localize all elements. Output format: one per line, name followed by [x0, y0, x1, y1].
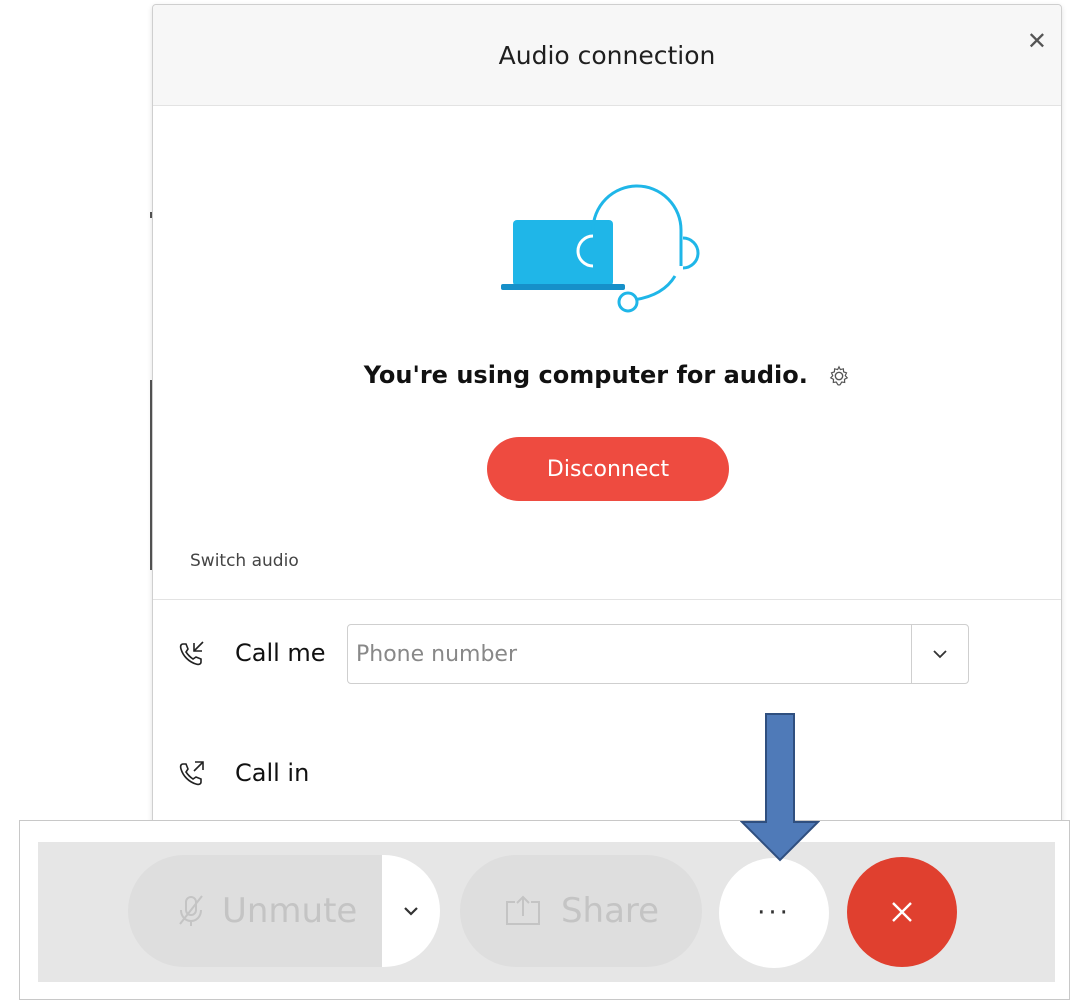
phone-incoming-icon [179, 641, 204, 666]
chevron-down-icon [404, 907, 418, 916]
phone-number-combobox [347, 624, 969, 684]
gear-icon[interactable] [828, 365, 850, 393]
switch-audio-label: Switch audio [190, 551, 299, 571]
mic-muted-icon [179, 895, 203, 926]
call-in-label: Call in [235, 759, 310, 787]
close-icon [892, 902, 912, 922]
more-options-button[interactable]: ··· [719, 858, 829, 968]
country-code-dropdown[interactable] [911, 625, 968, 683]
headset-right-cup [682, 236, 700, 270]
laptop-screen [513, 220, 613, 286]
computer-audio-illustration [501, 184, 700, 313]
call-me-label: Call me [235, 639, 326, 667]
headset-mic [617, 291, 639, 313]
audio-connection-dialog: Audio connection ✕ You're using computer… [152, 4, 1062, 829]
laptop-base [501, 284, 625, 290]
audio-status: You're using computer for audio. [153, 361, 1061, 393]
dialog-title: Audio connection [498, 41, 716, 70]
chevron-down-icon [933, 650, 947, 659]
phone-number-input[interactable] [348, 625, 908, 683]
close-icon[interactable]: ✕ [1027, 29, 1047, 53]
share-icon [505, 895, 540, 925]
audio-status-text: You're using computer for audio. [363, 361, 808, 389]
unmute-button[interactable]: Unmute [128, 855, 382, 967]
unmute-label: Unmute [222, 891, 358, 931]
divider [153, 599, 1061, 600]
dialog-header: Audio connection ✕ [153, 5, 1061, 106]
call-in-option[interactable]: Call in [153, 745, 1061, 805]
disconnect-button[interactable]: Disconnect [487, 437, 729, 501]
share-label: Share [560, 891, 660, 931]
leave-meeting-button[interactable] [847, 857, 957, 967]
headset-mic-boom [632, 275, 677, 302]
annotation-arrow [740, 713, 820, 862]
share-button[interactable]: Share [460, 855, 702, 967]
phone-outgoing-icon [179, 761, 204, 786]
